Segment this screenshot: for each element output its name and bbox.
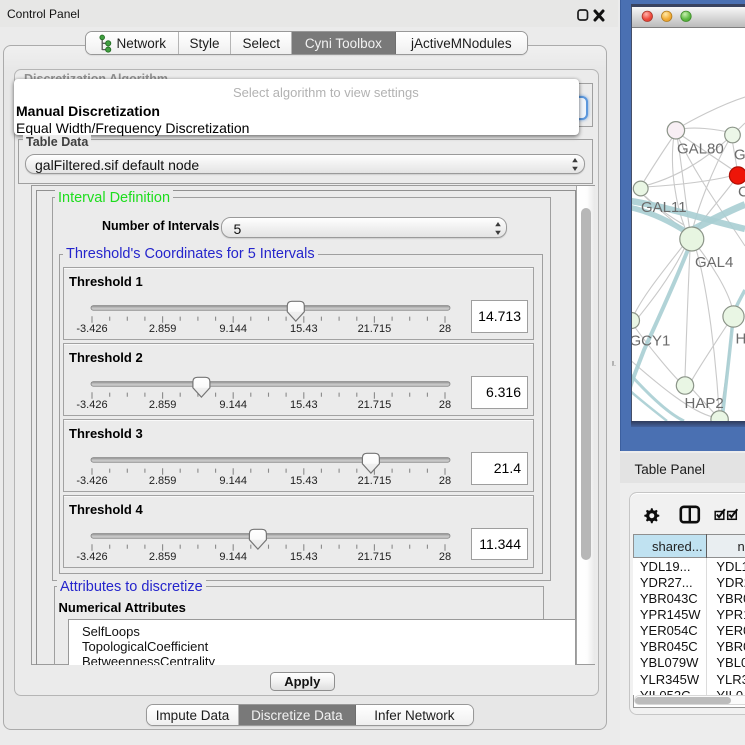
svg-text:GAL4: GAL4 [695,254,733,271]
svg-text:H: H [736,331,745,348]
svg-text:GA: GA [734,147,745,164]
svg-text:C: C [738,184,745,201]
svg-text:GAL11: GAL11 [641,199,687,216]
svg-text:HAP2: HAP2 [685,395,724,412]
svg-text:GAL80: GAL80 [677,141,724,158]
svg-text:GCY1: GCY1 [632,333,670,350]
